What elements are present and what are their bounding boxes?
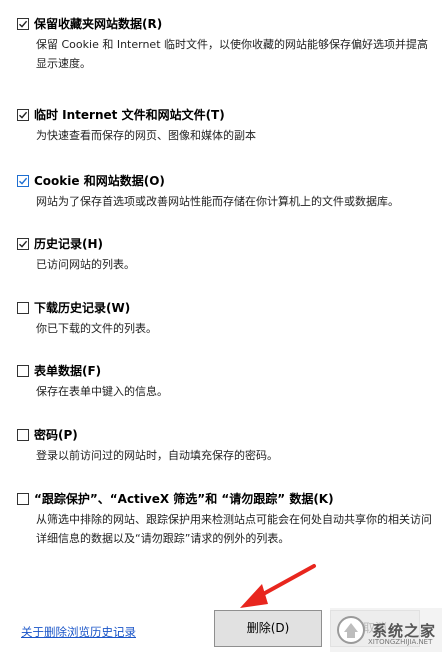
downloads-checkbox[interactable]	[17, 302, 29, 314]
option-title: 下载历史记录(W)	[34, 301, 131, 315]
checkmark-icon	[19, 111, 28, 119]
checkmark-icon	[19, 20, 28, 28]
option-row[interactable]: “跟踪保护”、“ActiveX 筛选”和 “请勿跟踪” 数据(K)	[17, 492, 334, 506]
temp-files-checkbox[interactable]	[17, 109, 29, 121]
option-description: 保留 Cookie 和 Internet 临时文件，以使你收藏的网站能够保存偏好…	[36, 38, 428, 70]
checkmark-icon	[19, 240, 28, 248]
tracking-checkbox[interactable]	[17, 493, 29, 505]
option-title: 历史记录(H)	[34, 237, 104, 251]
option-description: 为快速查看而保存的网页、图像和媒体的副本	[36, 129, 256, 142]
option-row[interactable]: 表单数据(F)	[17, 364, 101, 378]
option-title: 密码(P)	[34, 428, 78, 442]
option-title: 临时 Internet 文件和网站文件(T)	[34, 108, 225, 122]
option-row[interactable]: 历史记录(H)	[17, 237, 103, 251]
option-row[interactable]: 下载历史记录(W)	[17, 301, 130, 315]
watermark-subtext: XITONGZHIJIA.NET	[368, 638, 433, 646]
option-row[interactable]: 密码(P)	[17, 428, 78, 442]
site-watermark: 系统之家 XITONGZHIJIA.NET	[330, 608, 442, 652]
favorites-checkbox[interactable]	[17, 18, 29, 30]
option-title: Cookie 和网站数据(O)	[34, 174, 165, 188]
option-description: 你已下载的文件的列表。	[36, 322, 157, 335]
option-title: “跟踪保护”、“ActiveX 筛选”和 “请勿跟踪” 数据(K)	[34, 492, 334, 506]
option-title: 表单数据(F)	[34, 364, 102, 378]
option-description: 保存在表单中键入的信息。	[36, 385, 168, 398]
option-row[interactable]: 保留收藏夹网站数据(R)	[17, 17, 162, 31]
form-data-checkbox[interactable]	[17, 365, 29, 377]
delete-button[interactable]: 删除(D)	[214, 610, 322, 647]
history-checkbox[interactable]	[17, 238, 29, 250]
about-delete-history-link[interactable]: 关于删除浏览历史记录	[21, 624, 136, 640]
cookies-checkbox[interactable]	[17, 175, 29, 187]
checkmark-icon	[19, 177, 28, 185]
watermark-logo-icon	[337, 616, 365, 644]
option-description: 登录以前访问过的网站时，自动填充保存的密码。	[36, 449, 278, 462]
option-title: 保留收藏夹网站数据(R)	[34, 17, 163, 31]
option-description: 网站为了保存首选项或改善网站性能而存储在你计算机上的文件或数据库。	[36, 195, 399, 208]
option-row[interactable]: Cookie 和网站数据(O)	[17, 174, 165, 188]
passwords-checkbox[interactable]	[17, 429, 29, 441]
option-description: 已访问网站的列表。	[36, 258, 135, 271]
option-row[interactable]: 临时 Internet 文件和网站文件(T)	[17, 108, 225, 122]
option-description: 从筛选中排除的网站、跟踪保护用来检测站点可能会在何处自动共享你的相关访问详细信息…	[36, 513, 432, 545]
